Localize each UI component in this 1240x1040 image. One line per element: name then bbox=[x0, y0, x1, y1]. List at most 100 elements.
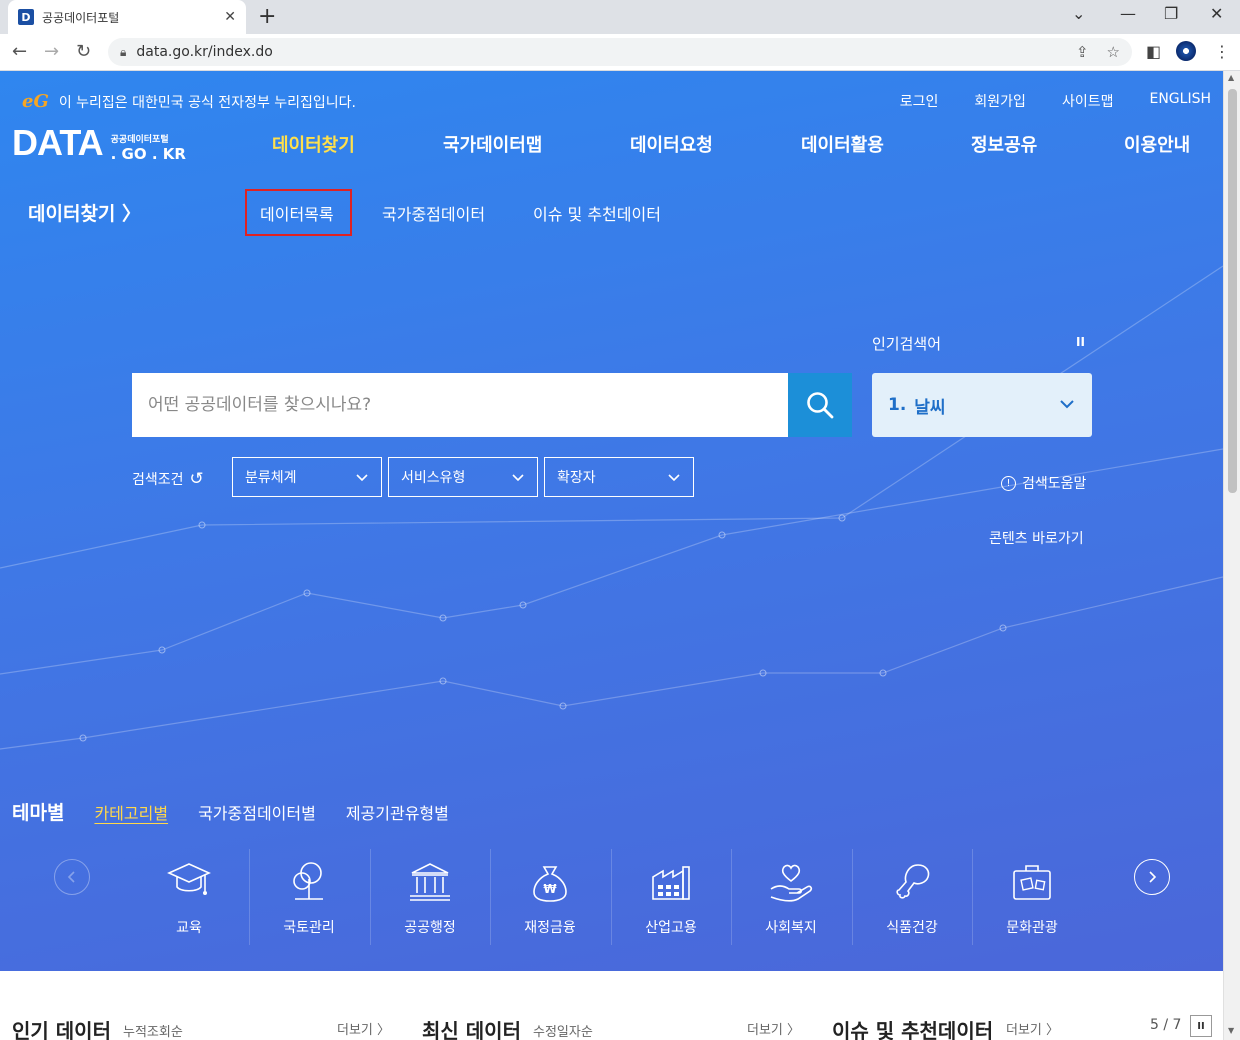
gov-notice: eG 이 누리집은 대한민국 공식 전자정부 누리집입니다. bbox=[22, 91, 356, 112]
reset-icon[interactable]: ↺ bbox=[190, 469, 204, 489]
category-label: 식품건강 bbox=[886, 920, 938, 936]
category-industry[interactable]: 산업고용 bbox=[611, 847, 731, 943]
page-scrollbar[interactable]: ▲ ▼ bbox=[1223, 71, 1240, 1040]
tab-national-key[interactable]: 국가중점데이터별 bbox=[198, 800, 316, 824]
category-label: 재정금융 bbox=[524, 920, 576, 936]
svg-text:₩: ₩ bbox=[543, 882, 557, 896]
english-link[interactable]: ENGLISH bbox=[1149, 91, 1211, 111]
theme-tabs: 테마별 카테고리별 국가중점데이터별 제공기관유형별 bbox=[12, 798, 479, 825]
search-condition-label: 검색조건 bbox=[132, 472, 184, 488]
login-link[interactable]: 로그인 bbox=[900, 91, 939, 111]
search-input[interactable] bbox=[148, 395, 768, 415]
data-highlights: 인기 데이터 누적조회순 더보기 〉 최신 데이터 수정일자순 더보기 〉 이슈… bbox=[0, 971, 1223, 1040]
browser-tab[interactable]: D 공공데이터포털 ✕ bbox=[8, 0, 246, 34]
search-help-link[interactable]: ! 검색도움말 bbox=[1001, 473, 1086, 493]
category-land[interactable]: 국토관리 bbox=[249, 847, 369, 943]
profile-avatar-icon[interactable] bbox=[1176, 41, 1196, 61]
chevron-right-icon: 〉 bbox=[115, 203, 142, 225]
category-finance[interactable]: ₩ 재정금융 bbox=[490, 847, 610, 943]
sitemap-link[interactable]: 사이트맵 bbox=[1062, 91, 1114, 111]
popular-more-link[interactable]: 더보기 〉 bbox=[337, 1019, 390, 1038]
hero-section: eG 이 누리집은 대한민국 공식 전자정부 누리집입니다. 로그인 회원가입 … bbox=[0, 71, 1223, 971]
popular-search-dropdown[interactable]: 1. 날씨 bbox=[872, 373, 1092, 437]
signup-link[interactable]: 회원가입 bbox=[974, 91, 1026, 111]
url-text: data.go.kr/index.do bbox=[136, 44, 273, 60]
heart-hand-icon bbox=[770, 864, 813, 902]
tab-category[interactable]: 카테고리별 bbox=[94, 800, 168, 824]
money-bag-icon: ₩ bbox=[533, 866, 567, 902]
gnb-data-map[interactable]: 국가데이터맵 bbox=[443, 131, 542, 157]
close-tab-icon[interactable]: ✕ bbox=[224, 9, 236, 25]
gnb-guide[interactable]: 이용안내 bbox=[1124, 131, 1190, 157]
reload-icon[interactable]: ↻ bbox=[76, 41, 91, 62]
filter-extension[interactable]: 확장자 bbox=[544, 457, 694, 497]
category-education[interactable]: 교육 bbox=[129, 847, 249, 943]
chevron-down-icon bbox=[512, 474, 524, 482]
issue-pager: 5 / 7 bbox=[1150, 1017, 1182, 1033]
latest-more-link[interactable]: 더보기 〉 bbox=[747, 1019, 800, 1038]
filter-service-type-label: 서비스유형 bbox=[401, 470, 466, 486]
bookmark-star-icon[interactable]: ☆ bbox=[1107, 43, 1120, 61]
tab-search-icon[interactable]: ⌄ bbox=[1072, 4, 1085, 23]
category-label: 문화관광 bbox=[1006, 920, 1058, 936]
search-box bbox=[132, 373, 788, 437]
category-food-health[interactable]: 식품건강 bbox=[852, 847, 972, 943]
popular-data-title: 인기 데이터 bbox=[12, 1019, 111, 1040]
gov-notice-text: 이 누리집은 대한민국 공식 전자정부 누리집입니다. bbox=[58, 94, 357, 111]
gnb-data-use[interactable]: 데이터활용 bbox=[801, 131, 884, 157]
forward-icon[interactable]: → bbox=[44, 41, 59, 62]
issue-pause-button[interactable]: II bbox=[1190, 1015, 1212, 1037]
search-button[interactable] bbox=[788, 373, 852, 437]
latest-data-sort: 수정일자순 bbox=[533, 1025, 593, 1040]
category-list: 교육 국토관리 공공행정 ₩ 재정금융 산업고용 사회복지 식품건강 문화관광 bbox=[0, 847, 1223, 947]
factory-icon bbox=[652, 866, 690, 900]
close-window-icon[interactable]: ✕ bbox=[1210, 4, 1223, 23]
graduation-cap-icon bbox=[167, 863, 211, 895]
menu-kebab-icon[interactable]: ⋮ bbox=[1214, 42, 1230, 61]
search-icon bbox=[807, 392, 834, 419]
category-public-admin[interactable]: 공공행정 bbox=[370, 847, 490, 943]
latest-data-title: 최신 데이터 bbox=[422, 1019, 521, 1040]
tab-provider-type[interactable]: 제공기관유형별 bbox=[346, 800, 449, 824]
search-condition: 검색조건 ↺ bbox=[132, 469, 204, 489]
issue-more-link[interactable]: 더보기 〉 bbox=[1006, 1019, 1059, 1038]
scroll-up-icon[interactable]: ▲ bbox=[1228, 73, 1234, 82]
gnb-find-data[interactable]: 데이터찾기 bbox=[272, 131, 355, 157]
popular-data-sort: 누적조회순 bbox=[123, 1025, 183, 1040]
submenu-national-key-data[interactable]: 국가중점데이터 bbox=[382, 201, 485, 225]
scroll-down-icon[interactable]: ▼ bbox=[1228, 1026, 1234, 1035]
address-bar[interactable]: 🔒︎ data.go.kr/index.do ⇪ ☆ bbox=[108, 38, 1132, 66]
category-label: 국토관리 bbox=[283, 920, 335, 936]
search-help-text: 검색도움말 bbox=[1022, 476, 1087, 492]
scroll-thumb[interactable] bbox=[1228, 89, 1237, 493]
side-panel-icon[interactable]: ◧ bbox=[1146, 42, 1161, 61]
popular-search-label: 인기검색어 bbox=[872, 335, 942, 353]
content-shortcut-link[interactable]: 콘텐츠 바로가기 bbox=[989, 528, 1084, 548]
category-culture-tour[interactable]: 문화관광 bbox=[972, 847, 1092, 943]
new-tab-button[interactable]: + bbox=[258, 4, 276, 29]
browser-toolbar: ← → ↻ 🔒︎ data.go.kr/index.do ⇪ ☆ ◧ ⋮ bbox=[0, 34, 1240, 71]
info-icon: ! bbox=[1001, 475, 1016, 491]
browser-tabbar: D 공공데이터포털 ✕ + ⌄ — ❐ ✕ bbox=[0, 0, 1240, 34]
chevron-down-icon bbox=[668, 474, 680, 482]
category-welfare[interactable]: 사회복지 bbox=[731, 847, 851, 943]
main-navigation: 데이터찾기 국가데이터맵 데이터요청 데이터활용 정보공유 이용안내 bbox=[0, 131, 1223, 159]
back-icon[interactable]: ← bbox=[12, 41, 27, 62]
gnb-data-request[interactable]: 데이터요청 bbox=[630, 131, 713, 157]
issue-data-title: 이슈 및 추천데이터 bbox=[832, 1019, 994, 1040]
category-label: 산업고용 bbox=[645, 920, 697, 936]
restore-icon[interactable]: ❐ bbox=[1164, 4, 1178, 23]
tab-title: 공공데이터포털 bbox=[42, 10, 120, 25]
page-content: eG 이 누리집은 대한민국 공식 전자정부 누리집입니다. 로그인 회원가입 … bbox=[0, 71, 1223, 1040]
filter-extension-label: 확장자 bbox=[557, 470, 596, 486]
gnb-info-share[interactable]: 정보공유 bbox=[971, 131, 1037, 157]
popular-term: 날씨 bbox=[914, 397, 946, 418]
filter-classification[interactable]: 분류체계 bbox=[232, 457, 382, 497]
filter-service-type[interactable]: 서비스유형 bbox=[388, 457, 538, 497]
minimize-icon[interactable]: — bbox=[1120, 4, 1136, 23]
share-icon[interactable]: ⇪ bbox=[1076, 43, 1089, 61]
chevron-down-icon bbox=[356, 474, 368, 482]
popular-pause-button[interactable]: II bbox=[1076, 335, 1085, 349]
submenu-data-list[interactable]: 데이터목록 bbox=[260, 201, 334, 225]
submenu-issue-data[interactable]: 이슈 및 추천데이터 bbox=[533, 201, 661, 225]
